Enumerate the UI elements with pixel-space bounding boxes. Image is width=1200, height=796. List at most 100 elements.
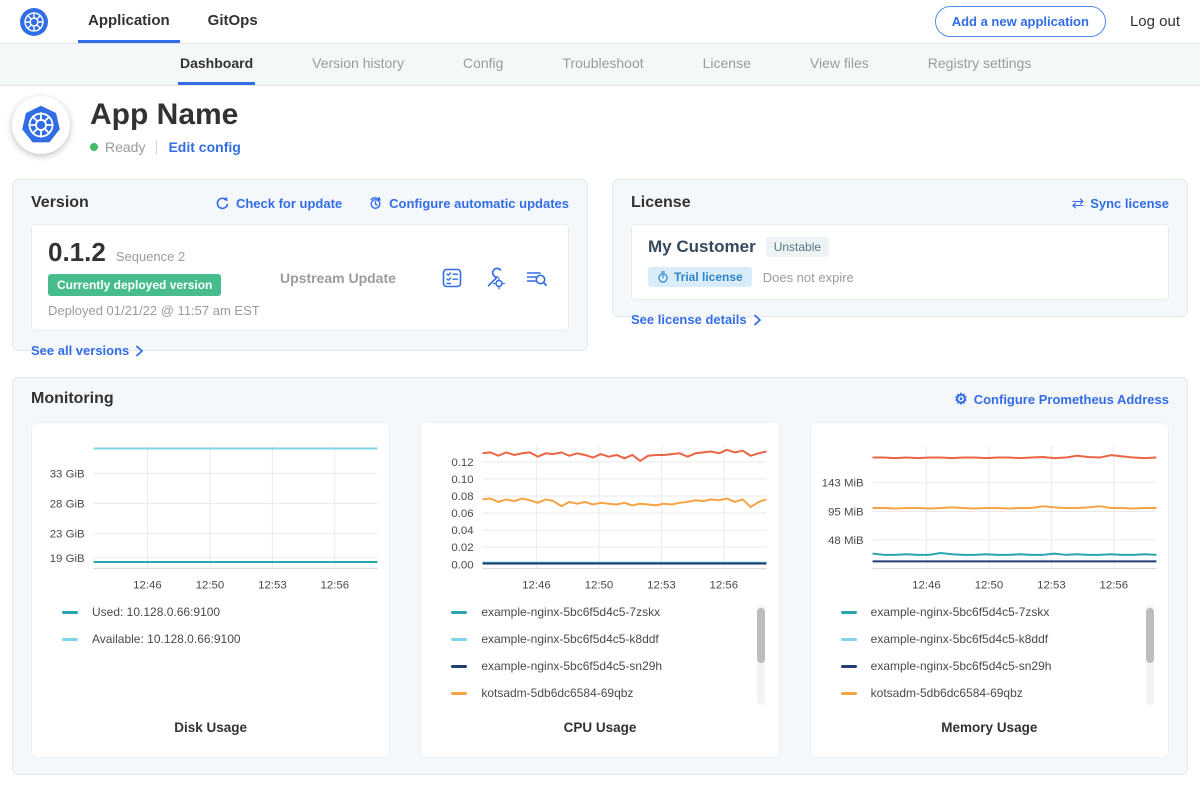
- tab-config[interactable]: Config: [461, 44, 505, 85]
- preflight-checks-icon[interactable]: [440, 266, 464, 290]
- monitoring-section: Monitoring ⚙ Configure Prometheus Addres…: [12, 377, 1188, 775]
- legend-dash-icon: [841, 611, 857, 614]
- license-expiry: Does not expire: [763, 270, 854, 285]
- svg-text:12:53: 12:53: [1037, 579, 1066, 591]
- memory-usage-chart-title: Memory Usage: [811, 720, 1168, 757]
- svg-text:12:46: 12:46: [522, 579, 551, 591]
- svg-text:12:53: 12:53: [647, 579, 676, 591]
- legend-label: example-nginx-5bc6f5d4c5-k8ddf: [871, 632, 1048, 646]
- legend-label: kotsadm-5db6dc6584-69qbz: [871, 686, 1023, 700]
- legend-scrollbar[interactable]: [757, 605, 765, 705]
- deploy-logs-icon[interactable]: [524, 266, 548, 290]
- version-source-label: Upstream Update: [266, 270, 440, 286]
- svg-text:23 GiB: 23 GiB: [50, 529, 85, 541]
- disk-usage-legend: Used: 10.128.0.66:9100Available: 10.128.…: [32, 601, 389, 659]
- legend-label: example-nginx-5bc6f5d4c5-sn29h: [871, 659, 1052, 673]
- svg-text:12:50: 12:50: [585, 579, 614, 591]
- svg-text:0.10: 0.10: [452, 474, 474, 486]
- app-sub-nav: Dashboard Version history Config Trouble…: [0, 44, 1200, 86]
- legend-dash-icon: [451, 611, 467, 614]
- kubernetes-logo-icon[interactable]: [20, 8, 48, 36]
- tab-version-history[interactable]: Version history: [310, 44, 406, 85]
- config-wrench-icon[interactable]: [482, 266, 506, 290]
- legend-scrollbar-thumb[interactable]: [757, 608, 765, 663]
- svg-text:12:56: 12:56: [710, 579, 739, 591]
- svg-text:48 MiB: 48 MiB: [828, 535, 864, 547]
- legend-item: example-nginx-5bc6f5d4c5-sn29h: [451, 659, 752, 673]
- cpu-usage-chart-card: 0.000.020.040.060.080.100.1212:4612:5012…: [420, 422, 779, 758]
- top-nav: Application GitOps Add a new application…: [0, 0, 1200, 44]
- sync-license-link[interactable]: ⇄ Sync license: [1072, 196, 1169, 211]
- app-logo: [12, 96, 70, 154]
- customer-name: My Customer: [648, 237, 756, 257]
- legend-item: example-nginx-5bc6f5d4c5-7zskx: [451, 605, 752, 619]
- svg-text:0.12: 0.12: [452, 457, 474, 469]
- monitoring-title: Monitoring: [31, 390, 114, 408]
- tab-troubleshoot[interactable]: Troubleshoot: [560, 44, 645, 85]
- tab-application[interactable]: Application: [78, 0, 180, 43]
- sync-arrows-icon: ⇄: [1072, 196, 1085, 211]
- configure-automatic-updates-label: Configure automatic updates: [389, 196, 569, 211]
- page-title: App Name: [90, 98, 241, 131]
- cpu-usage-chart: 0.000.020.040.060.080.100.1212:4612:5012…: [421, 435, 778, 601]
- chevron-right-icon: [135, 345, 144, 357]
- chevron-right-icon: [753, 314, 762, 326]
- tab-gitops-label: GitOps: [208, 12, 258, 29]
- memory-usage-legend: example-nginx-5bc6f5d4c5-7zskx example-ng…: [811, 601, 1168, 713]
- tab-view-files[interactable]: View files: [808, 44, 871, 85]
- clock-refresh-icon: [368, 196, 383, 211]
- add-application-button[interactable]: Add a new application: [935, 6, 1106, 37]
- svg-text:12:53: 12:53: [258, 579, 287, 591]
- version-sequence: Sequence 2: [116, 249, 185, 264]
- app-kubernetes-icon: [19, 103, 63, 147]
- cpu-usage-legend: example-nginx-5bc6f5d4c5-7zskx example-ng…: [421, 601, 778, 713]
- legend-label: example-nginx-5bc6f5d4c5-7zskx: [481, 605, 660, 619]
- check-for-update-link[interactable]: Check for update: [215, 196, 342, 211]
- top-nav-tabs: Application GitOps: [78, 0, 286, 43]
- tab-license[interactable]: License: [701, 44, 753, 85]
- legend-scrollbar[interactable]: [1146, 605, 1154, 705]
- svg-text:19 GiB: 19 GiB: [50, 553, 85, 565]
- disk-usage-chart-card: 19 GiB23 GiB28 GiB33 GiB12:4612:5012:531…: [31, 422, 390, 758]
- legend-item: example-nginx-5bc6f5d4c5-sn29h: [841, 659, 1142, 673]
- version-card: Version Check for update: [12, 179, 588, 351]
- logout-link[interactable]: Log out: [1130, 13, 1180, 30]
- see-license-details-link[interactable]: See license details: [631, 312, 1169, 327]
- svg-text:28 GiB: 28 GiB: [50, 498, 85, 510]
- tab-registry-settings[interactable]: Registry settings: [926, 44, 1033, 85]
- svg-text:95 MiB: 95 MiB: [828, 507, 864, 519]
- legend-item: Used: 10.128.0.66:9100: [62, 605, 363, 619]
- legend-dash-icon: [841, 638, 857, 641]
- legend-label: example-nginx-5bc6f5d4c5-sn29h: [481, 659, 662, 673]
- edit-config-link[interactable]: Edit config: [168, 139, 240, 155]
- trial-license-badge: Trial license: [648, 267, 752, 287]
- legend-item: kotsadm-5db6dc6584-69qbz: [841, 686, 1142, 700]
- app-header: App Name Ready Edit config: [0, 86, 1200, 173]
- memory-usage-chart: 48 MiB95 MiB143 MiB12:4612:5012:5312:56: [811, 435, 1168, 601]
- legend-dash-icon: [841, 692, 857, 695]
- license-card-title: License: [631, 194, 691, 212]
- disk-usage-chart-title: Disk Usage: [32, 720, 389, 757]
- svg-text:33 GiB: 33 GiB: [50, 468, 85, 480]
- svg-text:0.08: 0.08: [452, 491, 474, 503]
- cpu-usage-chart-title: CPU Usage: [421, 720, 778, 757]
- memory-usage-chart-card: 48 MiB95 MiB143 MiB12:4612:5012:5312:56 …: [810, 422, 1169, 758]
- tab-dashboard[interactable]: Dashboard: [178, 44, 255, 85]
- gear-icon: ⚙: [954, 392, 967, 407]
- svg-text:12:50: 12:50: [974, 579, 1003, 591]
- legend-dash-icon: [62, 611, 78, 614]
- see-all-versions-link[interactable]: See all versions: [31, 343, 569, 358]
- legend-item: example-nginx-5bc6f5d4c5-k8ddf: [841, 632, 1142, 646]
- current-version-row: 0.1.2 Sequence 2 Currently deployed vers…: [31, 224, 569, 331]
- configure-automatic-updates-link[interactable]: Configure automatic updates: [368, 196, 569, 211]
- configure-prometheus-link[interactable]: ⚙ Configure Prometheus Address: [954, 392, 1169, 407]
- legend-label: example-nginx-5bc6f5d4c5-k8ddf: [481, 632, 658, 646]
- legend-scrollbar-thumb[interactable]: [1146, 608, 1154, 663]
- tab-gitops[interactable]: GitOps: [198, 0, 268, 43]
- legend-item: example-nginx-5bc6f5d4c5-7zskx: [841, 605, 1142, 619]
- check-for-update-label: Check for update: [236, 196, 342, 211]
- status-dot: [90, 143, 98, 151]
- svg-text:12:56: 12:56: [321, 579, 350, 591]
- trial-license-label: Trial license: [674, 270, 743, 284]
- license-summary-row: My Customer Unstable Trial license Does …: [631, 224, 1169, 300]
